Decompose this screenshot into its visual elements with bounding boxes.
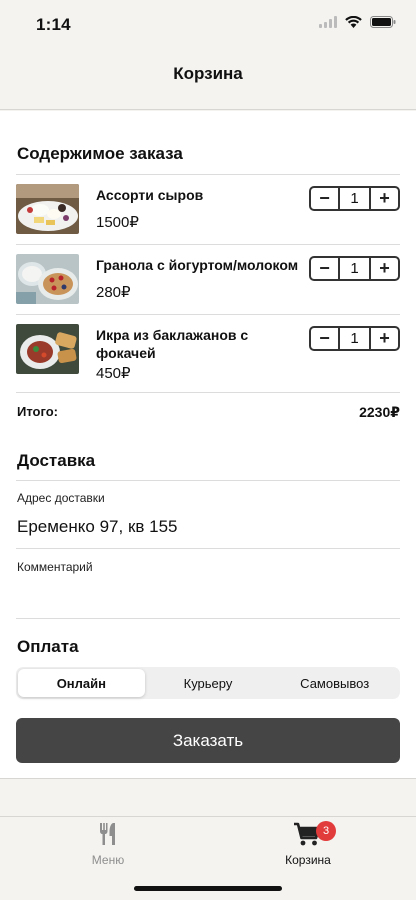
quantity-stepper: − 1 + <box>309 186 400 211</box>
quantity-value: 1 <box>338 188 371 209</box>
battery-icon <box>370 16 396 28</box>
order-total: Итого: 2230₽ <box>17 404 400 421</box>
item-price: 450₽ <box>96 365 131 382</box>
comment-field[interactable] <box>17 581 399 611</box>
item-name: Гранола с йогуртом/молоком <box>96 257 299 273</box>
divider <box>16 548 400 549</box>
cart-item: Гранола с йогуртом/молоком 280₽ − 1 + <box>0 244 416 314</box>
address-field[interactable]: Еременко 97, кв 155 <box>17 517 178 537</box>
status-bar: 1:14 <box>0 0 416 48</box>
total-label: Итого: <box>17 404 58 419</box>
signal-icon <box>319 16 337 28</box>
delivery-section-title: Доставка <box>17 451 96 470</box>
eggplant-caviar-photo <box>16 324 79 374</box>
tab-cart[interactable]: 3 Корзина <box>248 821 368 867</box>
payment-method-selector: Онлайн Курьеру Самовывоз <box>16 667 400 699</box>
item-name: Ассорти сыров <box>96 187 204 203</box>
quantity-value: 1 <box>338 258 371 279</box>
quantity-stepper: − 1 + <box>309 256 400 281</box>
decrease-button[interactable]: − <box>311 188 338 209</box>
tab-menu-label: Меню <box>91 853 125 867</box>
cart-item: Икра из баклажанов с фокачей 450₽ − 1 + <box>0 314 416 392</box>
nav-bar: Корзина <box>0 48 416 110</box>
cart-content: Содержимое заказа Ассорти сыров 1500₽ − … <box>0 111 416 779</box>
total-value: 2230₽ <box>359 404 400 420</box>
quantity-value: 1 <box>338 328 371 349</box>
tab-cart-label: Корзина <box>285 853 331 867</box>
payment-section-title: Оплата <box>17 637 79 656</box>
payment-option-online[interactable]: Онлайн <box>18 669 145 697</box>
status-icons <box>319 16 396 28</box>
item-name: Икра из баклажанов с фокачей <box>96 327 249 361</box>
granola-photo <box>16 254 79 304</box>
cheese-plate-photo <box>16 184 79 234</box>
increase-button[interactable]: + <box>371 258 398 279</box>
increase-button[interactable]: + <box>371 328 398 349</box>
fork-knife-icon <box>100 823 115 845</box>
page-title: Корзина <box>173 64 243 83</box>
item-price: 280₽ <box>96 284 131 301</box>
payment-option-courier[interactable]: Курьеру <box>145 669 272 697</box>
place-order-button[interactable]: Заказать <box>16 718 400 763</box>
status-time: 1:14 <box>36 15 71 34</box>
tab-menu[interactable]: Меню <box>48 821 168 867</box>
increase-button[interactable]: + <box>371 188 398 209</box>
payment-option-pickup[interactable]: Самовывоз <box>271 669 398 697</box>
quantity-stepper: − 1 + <box>309 326 400 351</box>
cart-badge: 3 <box>316 821 336 841</box>
cart-item: Ассорти сыров 1500₽ − 1 + <box>0 174 416 244</box>
order-section-title: Содержимое заказа <box>17 144 183 163</box>
item-price: 1500₽ <box>96 214 139 231</box>
divider <box>16 618 400 619</box>
divider <box>16 392 400 393</box>
decrease-button[interactable]: − <box>311 328 338 349</box>
divider <box>16 480 400 481</box>
home-indicator <box>134 886 282 891</box>
wifi-icon <box>345 16 362 28</box>
address-label: Адрес доставки <box>17 491 105 505</box>
decrease-button[interactable]: − <box>311 258 338 279</box>
comment-label: Комментарий <box>17 560 93 574</box>
